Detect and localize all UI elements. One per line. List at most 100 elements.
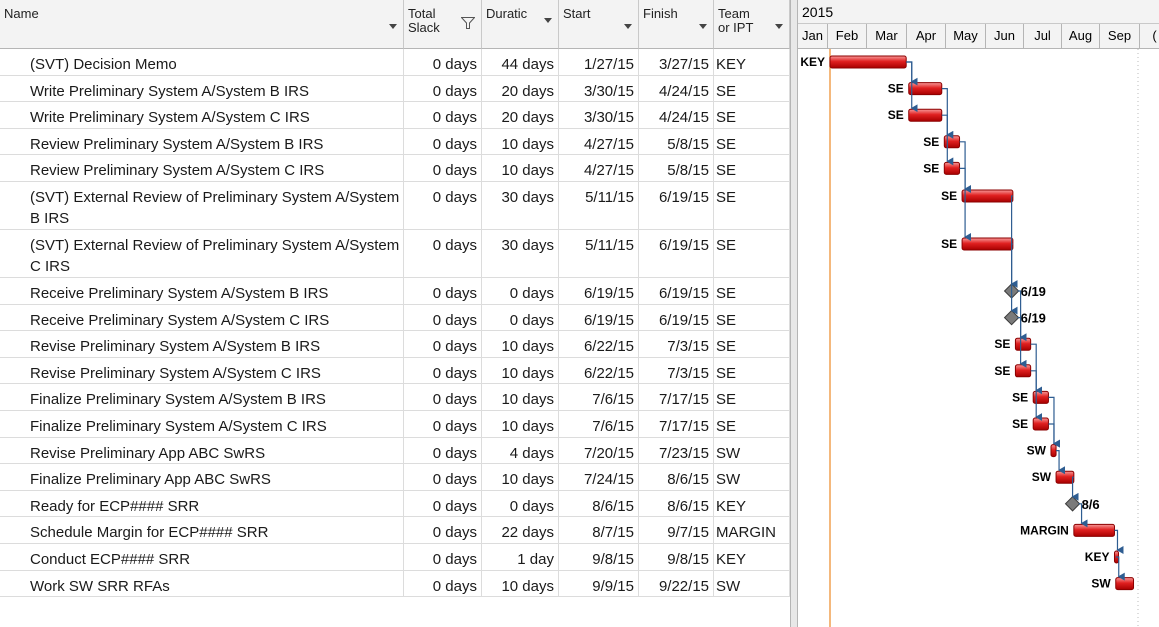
cell-finish[interactable]: 3/27/15 — [639, 49, 714, 75]
chevron-down-icon[interactable] — [775, 24, 783, 29]
chevron-down-icon[interactable] — [624, 24, 632, 29]
table-row[interactable]: Receive Preliminary System A/System B IR… — [0, 278, 790, 305]
cell-start[interactable]: 7/6/15 — [559, 411, 639, 437]
cell-name[interactable]: Ready for ECP#### SRR — [0, 490, 404, 517]
cell-start[interactable]: 3/30/15 — [559, 75, 639, 102]
cell-finish[interactable]: 6/19/15 — [639, 304, 714, 331]
cell-duration[interactable]: 10 days — [482, 331, 559, 357]
cell-duration[interactable]: 30 days — [482, 230, 559, 277]
cell-duration[interactable]: 0 days — [482, 490, 559, 517]
table-row[interactable]: (SVT) External Review of Preliminary Sys… — [0, 230, 790, 278]
table-row[interactable]: Finalize Preliminary App ABC SwRS 0 days 1… — [0, 464, 790, 491]
cell-team[interactable]: MARGIN — [714, 517, 790, 543]
cell-name[interactable]: Conduct ECP#### SRR — [0, 544, 404, 570]
column-header-team[interactable]: Team or IPT — [714, 0, 790, 49]
cell-team[interactable]: SW — [714, 437, 790, 464]
cell-finish[interactable]: 9/8/15 — [639, 544, 714, 570]
cell-start[interactable]: 9/9/15 — [559, 570, 639, 597]
cell-name[interactable]: Review Preliminary System A/System C IRS — [0, 155, 404, 181]
cell-slack[interactable]: 0 days — [404, 437, 482, 464]
cell-name[interactable]: Review Preliminary System A/System B IRS — [0, 128, 404, 155]
cell-team[interactable]: SE — [714, 411, 790, 437]
table-row[interactable]: Conduct ECP#### SRR 0 days 1 day 9/8/15 9/8/… — [0, 544, 790, 571]
table-row[interactable]: Review Preliminary System A/System B IRS… — [0, 128, 790, 156]
cell-slack[interactable]: 0 days — [404, 155, 482, 181]
cell-team[interactable]: SE — [714, 128, 790, 155]
cell-start[interactable]: 6/19/15 — [559, 278, 639, 304]
cell-team[interactable]: SW — [714, 464, 790, 490]
cell-team[interactable]: SE — [714, 75, 790, 102]
cell-duration[interactable]: 20 days — [482, 102, 559, 128]
cell-finish[interactable]: 8/6/15 — [639, 490, 714, 517]
cell-slack[interactable]: 0 days — [404, 490, 482, 517]
cell-slack[interactable]: 0 days — [404, 517, 482, 543]
cell-duration[interactable]: 20 days — [482, 75, 559, 102]
cell-team[interactable]: KEY — [714, 490, 790, 517]
cell-finish[interactable]: 7/3/15 — [639, 331, 714, 357]
column-header-name[interactable]: Name — [0, 0, 404, 49]
cell-team[interactable]: SE — [714, 155, 790, 181]
column-header-finish[interactable]: Finish — [639, 0, 714, 49]
split-bar[interactable] — [790, 0, 798, 627]
cell-team[interactable]: SE — [714, 102, 790, 128]
cell-name[interactable]: (SVT) Decision Memo — [0, 49, 404, 75]
cell-start[interactable]: 4/27/15 — [559, 155, 639, 181]
cell-start[interactable]: 6/22/15 — [559, 357, 639, 384]
cell-finish[interactable]: 5/8/15 — [639, 155, 714, 181]
cell-name[interactable]: Schedule Margin for ECP#### SRR — [0, 517, 404, 543]
filter-icon[interactable] — [461, 17, 475, 29]
cell-team[interactable]: SE — [714, 331, 790, 357]
cell-team[interactable]: KEY — [714, 49, 790, 75]
chevron-down-icon[interactable] — [699, 24, 707, 29]
cell-finish[interactable]: 6/19/15 — [639, 230, 714, 277]
cell-slack[interactable]: 0 days — [404, 411, 482, 437]
cell-slack[interactable]: 0 days — [404, 49, 482, 75]
cell-duration[interactable]: 22 days — [482, 517, 559, 543]
cell-slack[interactable]: 0 days — [404, 544, 482, 570]
column-header-start[interactable]: Start — [559, 0, 639, 49]
cell-name[interactable]: (SVT) External Review of Preliminary Sys… — [0, 230, 404, 277]
cell-start[interactable]: 5/11/15 — [559, 182, 639, 229]
cell-start[interactable]: 6/22/15 — [559, 331, 639, 357]
cell-name[interactable]: Revise Preliminary System A/System B IRS — [0, 331, 404, 357]
cell-team[interactable]: SE — [714, 357, 790, 384]
cell-duration[interactable]: 0 days — [482, 304, 559, 331]
cell-name[interactable]: Write Preliminary System A/System B IRS — [0, 75, 404, 102]
table-row[interactable]: Finalize Preliminary System A/System C I… — [0, 411, 790, 438]
cell-duration[interactable]: 0 days — [482, 278, 559, 304]
cell-duration[interactable]: 1 day — [482, 544, 559, 570]
table-row[interactable]: Write Preliminary System A/System C IRS 0… — [0, 102, 790, 129]
table-row[interactable]: Finalize Preliminary System A/System B I… — [0, 384, 790, 411]
cell-finish[interactable]: 6/19/15 — [639, 182, 714, 229]
cell-duration[interactable]: 10 days — [482, 128, 559, 155]
table-row[interactable]: (SVT) Decision Memo 0 days 44 days 1/27/15 3… — [0, 49, 790, 76]
cell-name[interactable]: Revise Preliminary App ABC SwRS — [0, 437, 404, 464]
cell-start[interactable]: 7/6/15 — [559, 384, 639, 410]
cell-finish[interactable]: 4/24/15 — [639, 75, 714, 102]
cell-finish[interactable]: 8/6/15 — [639, 464, 714, 490]
cell-finish[interactable]: 7/23/15 — [639, 437, 714, 464]
cell-duration[interactable]: 10 days — [482, 357, 559, 384]
cell-slack[interactable]: 0 days — [404, 384, 482, 410]
cell-name[interactable]: Finalize Preliminary System A/System C I… — [0, 411, 404, 437]
cell-start[interactable]: 6/19/15 — [559, 304, 639, 331]
cell-start[interactable]: 7/24/15 — [559, 464, 639, 490]
cell-slack[interactable]: 0 days — [404, 331, 482, 357]
cell-name[interactable]: Work SW SRR RFAs — [0, 570, 404, 597]
cell-team[interactable]: SE — [714, 384, 790, 410]
cell-start[interactable]: 4/27/15 — [559, 128, 639, 155]
cell-team[interactable]: SE — [714, 278, 790, 304]
cell-start[interactable]: 8/6/15 — [559, 490, 639, 517]
cell-finish[interactable]: 9/22/15 — [639, 570, 714, 597]
cell-finish[interactable]: 4/24/15 — [639, 102, 714, 128]
cell-finish[interactable]: 6/19/15 — [639, 278, 714, 304]
cell-slack[interactable]: 0 days — [404, 102, 482, 128]
cell-slack[interactable]: 0 days — [404, 304, 482, 331]
cell-team[interactable]: SE — [714, 182, 790, 229]
cell-finish[interactable]: 7/17/15 — [639, 411, 714, 437]
cell-slack[interactable]: 0 days — [404, 128, 482, 155]
cell-duration[interactable]: 10 days — [482, 384, 559, 410]
table-row[interactable]: Revise Preliminary App ABC SwRS 0 days 4 d… — [0, 437, 790, 465]
cell-start[interactable]: 9/8/15 — [559, 544, 639, 570]
cell-start[interactable]: 1/27/15 — [559, 49, 639, 75]
